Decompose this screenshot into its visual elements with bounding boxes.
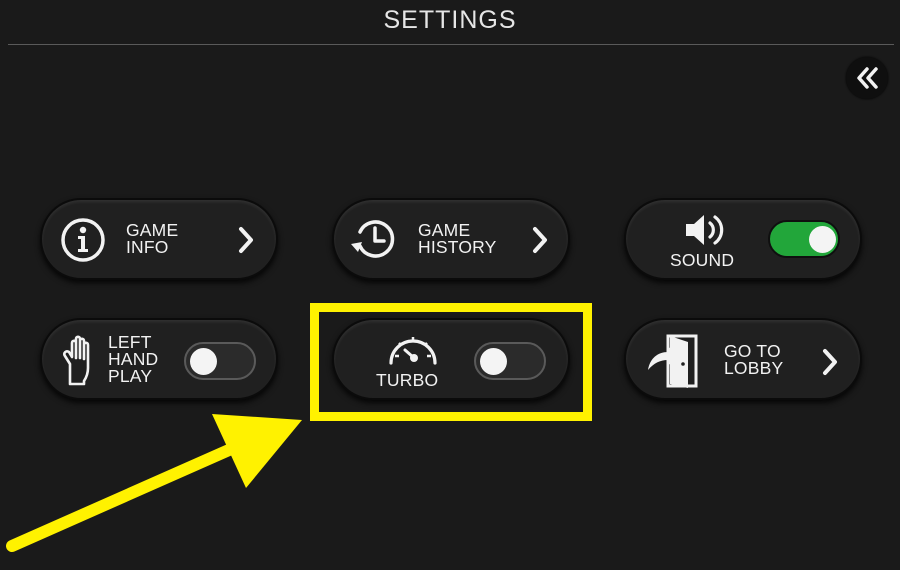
sound-toggle[interactable]: [768, 220, 840, 258]
chevron-right-icon: [239, 227, 253, 253]
page-title: SETTINGS: [383, 6, 517, 34]
history-clock-icon: [351, 220, 395, 258]
game-history-label: GAME HISTORY: [418, 220, 497, 257]
left-hand-play-label: LEFT HAND PLAY: [108, 332, 159, 386]
go-to-lobby-label: GO TO LOBBY: [724, 341, 784, 378]
exit-door-icon: [648, 334, 698, 388]
turbo-label: TURBO: [376, 370, 439, 390]
left-hand-play-toggle[interactable]: [184, 342, 256, 380]
chevron-right-icon: [533, 227, 547, 253]
toggle-knob: [480, 348, 507, 375]
game-info-label: GAME INFO: [126, 220, 179, 257]
chevron-right-icon: [823, 349, 837, 375]
info-icon: [61, 218, 105, 262]
game-history-button[interactable]: GAME HISTORY: [332, 198, 570, 280]
speedometer-icon: [389, 337, 437, 365]
go-to-lobby-button[interactable]: GO TO LOBBY: [624, 318, 862, 400]
hand-icon: [63, 335, 90, 386]
sound-setting: SOUND: [624, 198, 862, 280]
toggle-knob: [809, 226, 836, 253]
collapse-button[interactable]: [846, 57, 888, 99]
speaker-icon: [686, 215, 724, 245]
settings-screen: SETTINGS GAME INFO GAME HISTORY SOUND LE…: [0, 0, 900, 570]
left-hand-play-setting: LEFT HAND PLAY: [40, 318, 278, 400]
double-chevron-left-icon: [857, 67, 878, 89]
annotation-arrow-icon: [6, 414, 302, 552]
toggle-knob: [190, 348, 217, 375]
turbo-setting: TURBO: [332, 318, 570, 400]
title-divider: [8, 44, 894, 45]
turbo-toggle[interactable]: [474, 342, 546, 380]
game-info-button[interactable]: GAME INFO: [40, 198, 278, 280]
sound-label: SOUND: [670, 250, 735, 270]
